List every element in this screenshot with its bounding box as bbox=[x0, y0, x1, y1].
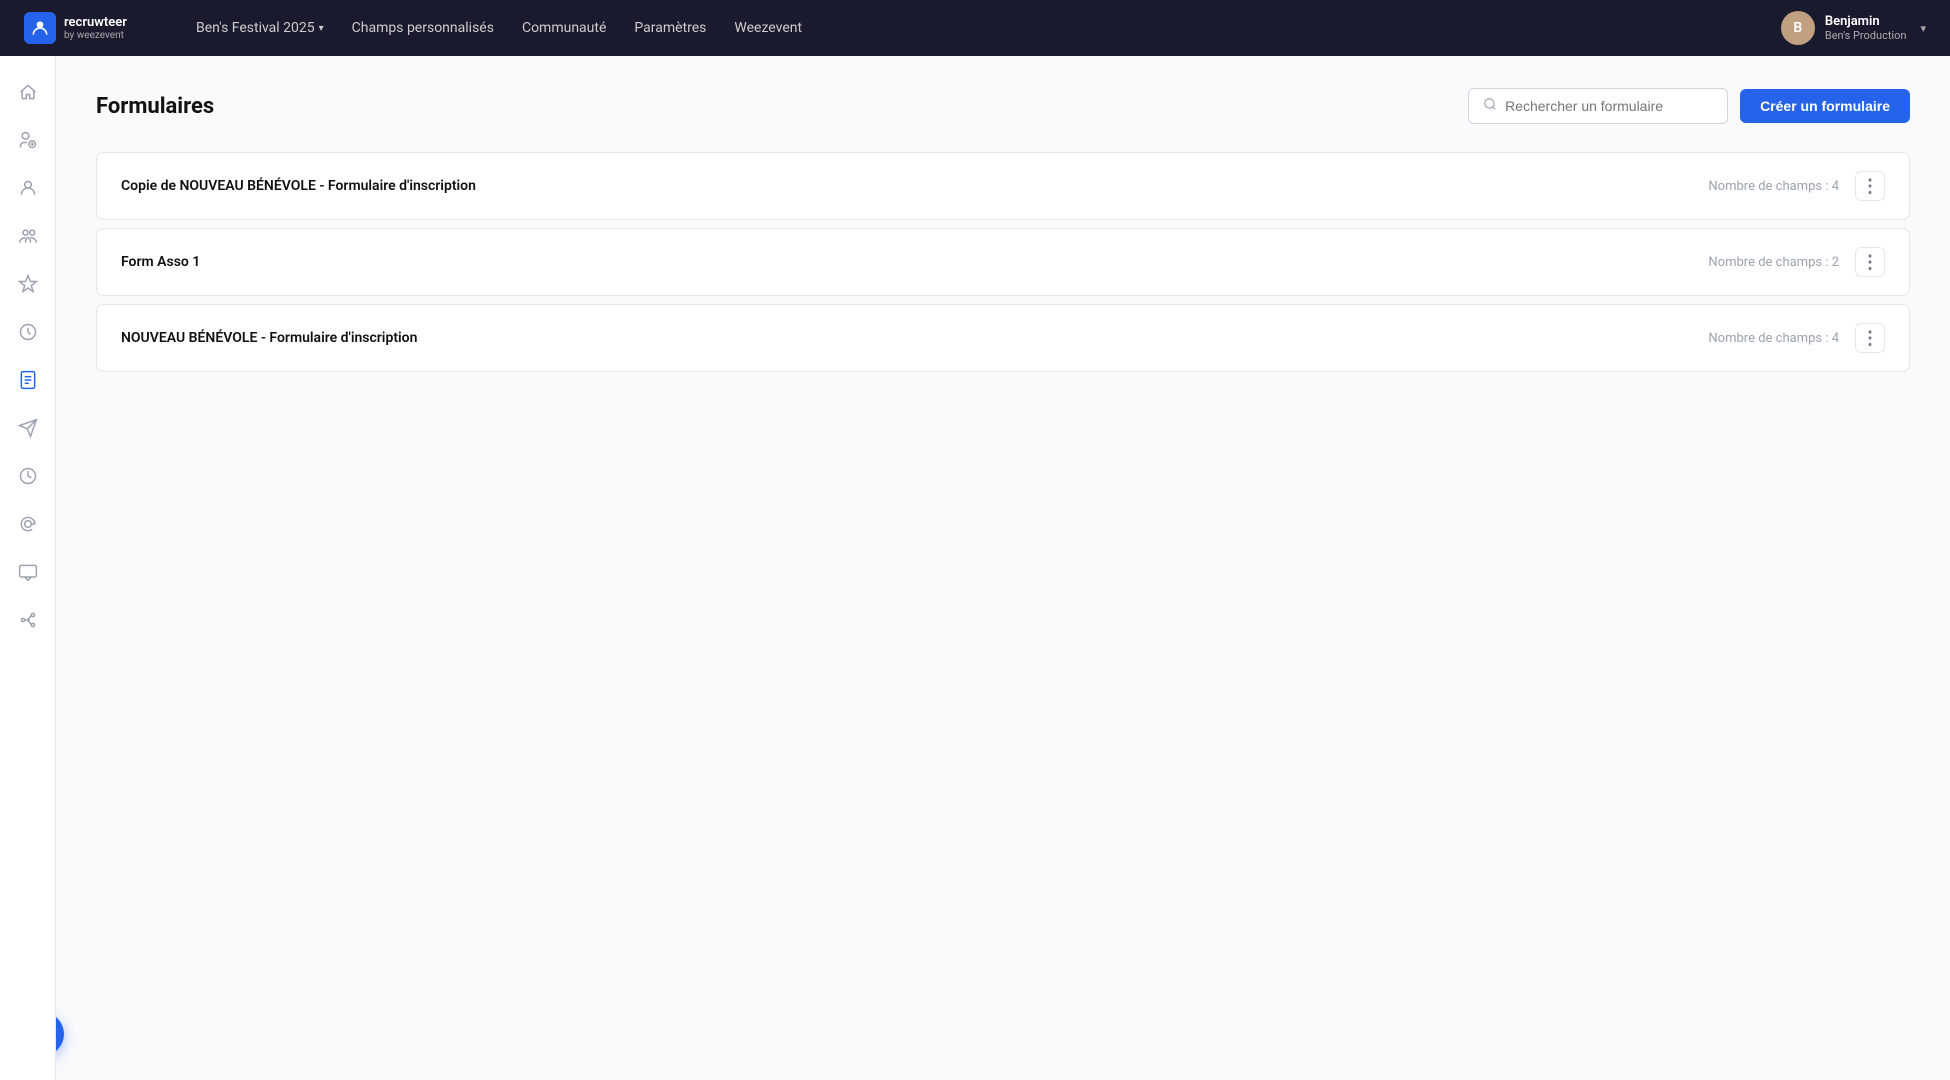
nav-weezevent[interactable]: Weezevent bbox=[734, 20, 802, 36]
logo-box bbox=[24, 12, 56, 44]
avatar: B bbox=[1781, 11, 1815, 45]
page-title: Formulaires bbox=[96, 94, 214, 119]
search-icon bbox=[1483, 97, 1497, 115]
forms-list: Copie de NOUVEAU BÉNÉVOLE - Formulaire d… bbox=[96, 152, 1910, 380]
nav-custom-fields[interactable]: Champs personnalisés bbox=[352, 20, 494, 36]
nav-items: Ben's Festival 2025 ▾ Champs personnalis… bbox=[196, 20, 1749, 36]
nav-community[interactable]: Communauté bbox=[522, 20, 606, 36]
logo-name: recruwteer bbox=[64, 15, 127, 31]
sidebar-item-campaigns[interactable] bbox=[8, 408, 48, 448]
user-name: Benjamin bbox=[1825, 14, 1907, 29]
form-row-right: Nombre de champs : 2 ⋮ bbox=[1708, 247, 1885, 277]
sidebar bbox=[0, 56, 56, 1080]
top-navigation: recruwteer by weezevent Ben's Festival 2… bbox=[0, 0, 1950, 56]
sidebar-item-email[interactable] bbox=[8, 504, 48, 544]
form-name[interactable]: Copie de NOUVEAU BÉNÉVOLE - Formulaire d… bbox=[121, 178, 476, 194]
sidebar-item-schedule[interactable] bbox=[8, 456, 48, 496]
form-more-button[interactable]: ⋮ bbox=[1855, 171, 1885, 201]
logo-text-area: recruwteer by weezevent bbox=[64, 15, 127, 42]
form-more-button[interactable]: ⋮ bbox=[1855, 323, 1885, 353]
form-row: NOUVEAU BÉNÉVOLE - Formulaire d'inscript… bbox=[96, 304, 1910, 372]
chevron-down-icon: ▾ bbox=[319, 23, 324, 34]
user-chevron-icon: ▾ bbox=[1920, 22, 1926, 35]
logo[interactable]: recruwteer by weezevent bbox=[24, 12, 164, 44]
form-row: Copie de NOUVEAU BÉNÉVOLE - Formulaire d… bbox=[96, 152, 1910, 220]
nav-event[interactable]: Ben's Festival 2025 ▾ bbox=[196, 20, 324, 36]
nav-settings[interactable]: Paramètres bbox=[634, 20, 706, 36]
sidebar-item-integrations[interactable] bbox=[8, 600, 48, 640]
sidebar-item-stats[interactable] bbox=[8, 120, 48, 160]
sidebar-item-volunteers[interactable] bbox=[8, 168, 48, 208]
create-form-button[interactable]: Créer un formulaire bbox=[1740, 89, 1910, 123]
sidebar-item-messages[interactable] bbox=[8, 552, 48, 592]
user-menu[interactable]: B Benjamin Ben's Production ▾ bbox=[1781, 11, 1926, 45]
form-name[interactable]: NOUVEAU BÉNÉVOLE - Formulaire d'inscript… bbox=[121, 330, 417, 346]
form-row: Form Asso 1 Nombre de champs : 2 ⋮ bbox=[96, 228, 1910, 296]
form-name[interactable]: Form Asso 1 bbox=[121, 254, 200, 270]
sidebar-item-home[interactable] bbox=[8, 72, 48, 112]
sidebar-item-missions[interactable] bbox=[8, 264, 48, 304]
form-row-right: Nombre de champs : 4 ⋮ bbox=[1708, 323, 1885, 353]
form-more-button[interactable]: ⋮ bbox=[1855, 247, 1885, 277]
logo-sub: by weezevent bbox=[64, 30, 127, 41]
sidebar-item-forms[interactable] bbox=[8, 360, 48, 400]
search-box bbox=[1468, 88, 1728, 124]
page-header: Formulaires Créer un formulaire bbox=[96, 88, 1910, 124]
user-org: Ben's Production bbox=[1825, 29, 1907, 42]
sidebar-item-teams[interactable] bbox=[8, 216, 48, 256]
search-input[interactable] bbox=[1505, 98, 1713, 114]
form-field-count: Nombre de champs : 4 bbox=[1708, 179, 1839, 194]
form-field-count: Nombre de champs : 4 bbox=[1708, 331, 1839, 346]
user-info: Benjamin Ben's Production bbox=[1825, 14, 1907, 42]
form-row-right: Nombre de champs : 4 ⋮ bbox=[1708, 171, 1885, 201]
main-content: Formulaires Créer un formulaire Copie de… bbox=[56, 56, 1950, 1080]
header-right: Créer un formulaire bbox=[1468, 88, 1910, 124]
form-field-count: Nombre de champs : 2 bbox=[1708, 255, 1839, 270]
logo-icon bbox=[30, 18, 50, 38]
nav-right: B Benjamin Ben's Production ▾ bbox=[1781, 11, 1926, 45]
sidebar-item-planning[interactable] bbox=[8, 312, 48, 352]
